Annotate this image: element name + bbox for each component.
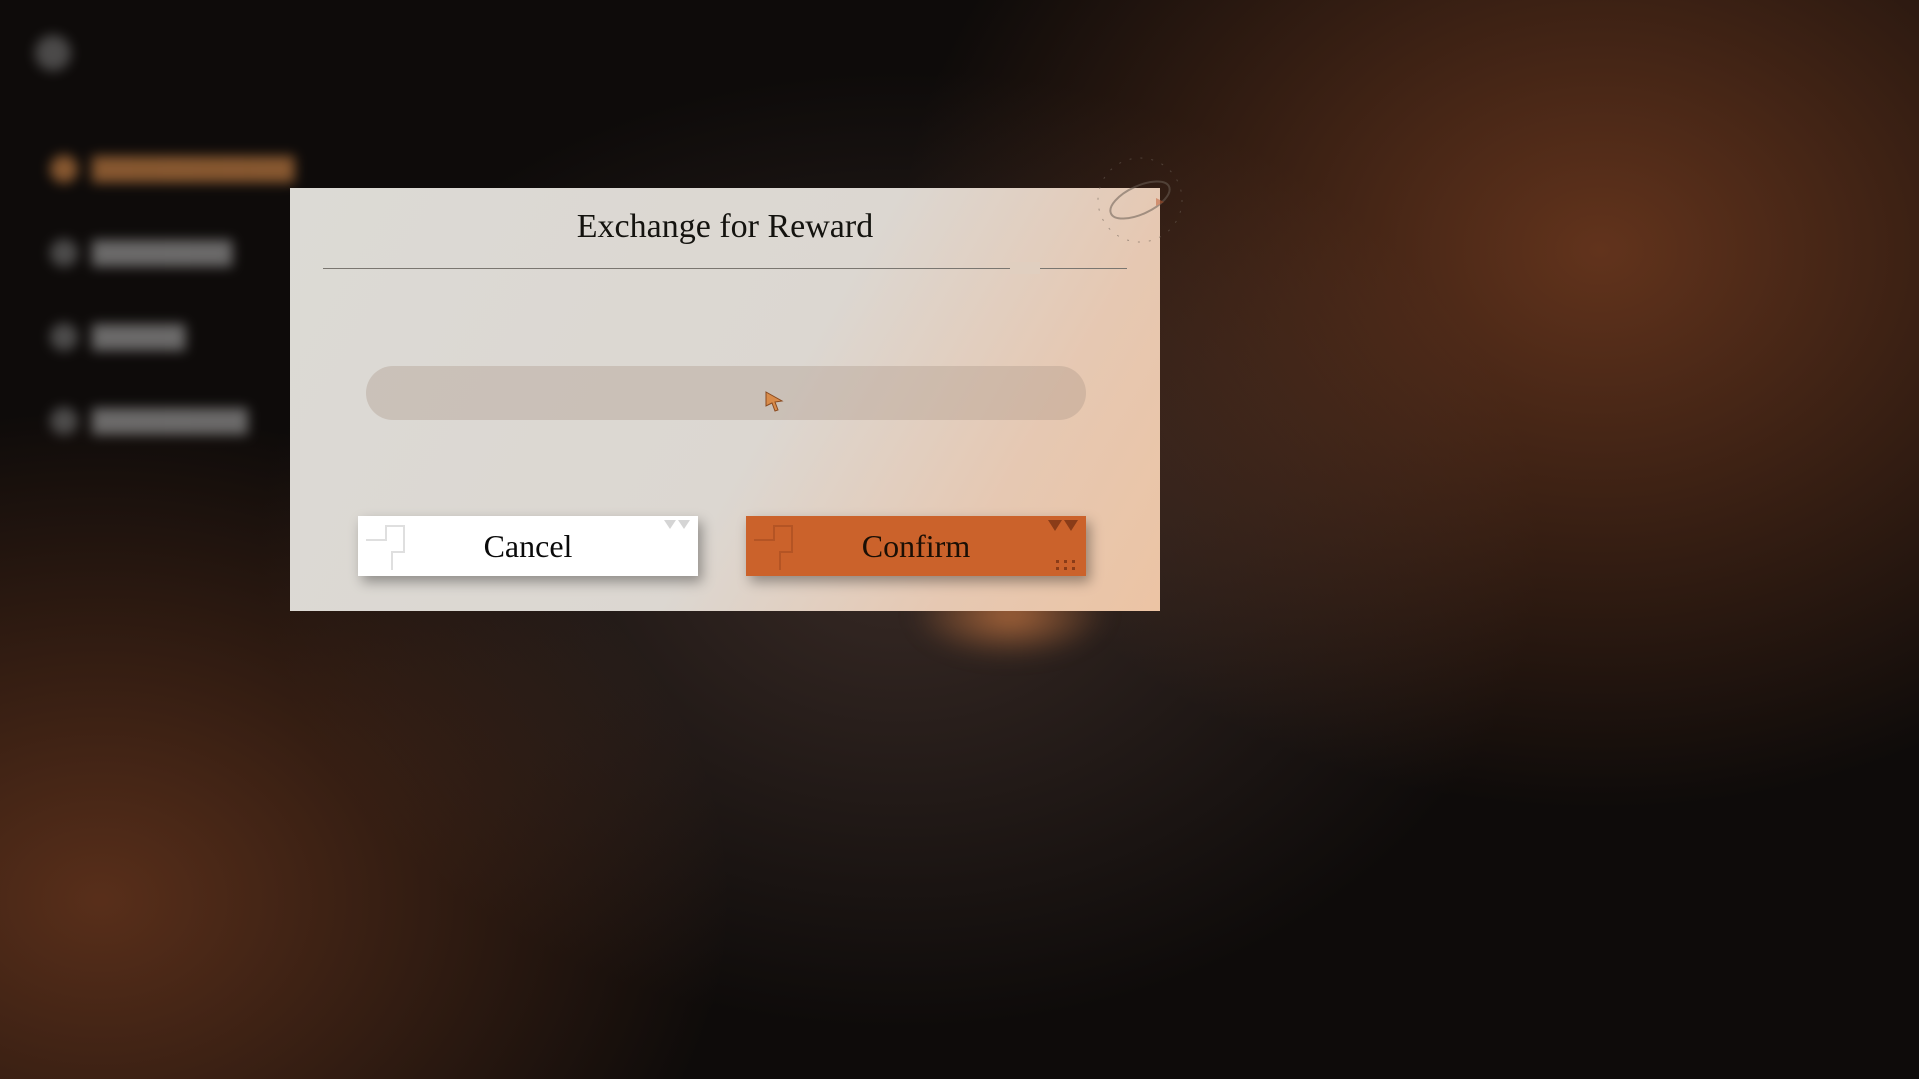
confirm-button[interactable]: Confirm (746, 516, 1086, 576)
sidebar-dot-icon (50, 407, 78, 435)
sidebar-item: █████████ (50, 239, 295, 267)
dots-decor-icon (1056, 560, 1076, 570)
blurred-sidebar: █████████████ █████████ ██████ █████████… (50, 155, 295, 491)
sidebar-item: █████████████ (50, 155, 295, 183)
sidebar-dot-icon (50, 155, 78, 183)
confirm-label: Confirm (862, 528, 970, 565)
sidebar-dot-icon (50, 239, 78, 267)
decor-lines-icon (364, 520, 424, 572)
divider-line (323, 268, 1127, 269)
decor-lines-icon (752, 520, 812, 572)
modal-title: Exchange for Reward (290, 208, 1160, 246)
reward-code-input[interactable] (366, 366, 1086, 420)
sidebar-label: ██████ (92, 324, 186, 350)
sidebar-label: █████████ (92, 240, 232, 266)
cancel-label: Cancel (484, 528, 573, 565)
orbit-decoration-icon (1090, 150, 1190, 250)
cancel-button[interactable]: Cancel (358, 516, 698, 576)
triangle-decor-icon (1048, 520, 1078, 531)
sidebar-item: ██████████ (50, 407, 295, 435)
sidebar-label: ██████████ (92, 408, 248, 434)
sidebar-label: █████████████ (92, 156, 295, 182)
sidebar-dot-icon (50, 323, 78, 351)
menu-dot (35, 35, 71, 71)
divider-gap (1010, 262, 1040, 274)
triangle-decor-icon (664, 520, 690, 529)
sidebar-item: ██████ (50, 323, 295, 351)
exchange-reward-modal: Exchange for Reward Cancel Confirm (290, 188, 1160, 611)
